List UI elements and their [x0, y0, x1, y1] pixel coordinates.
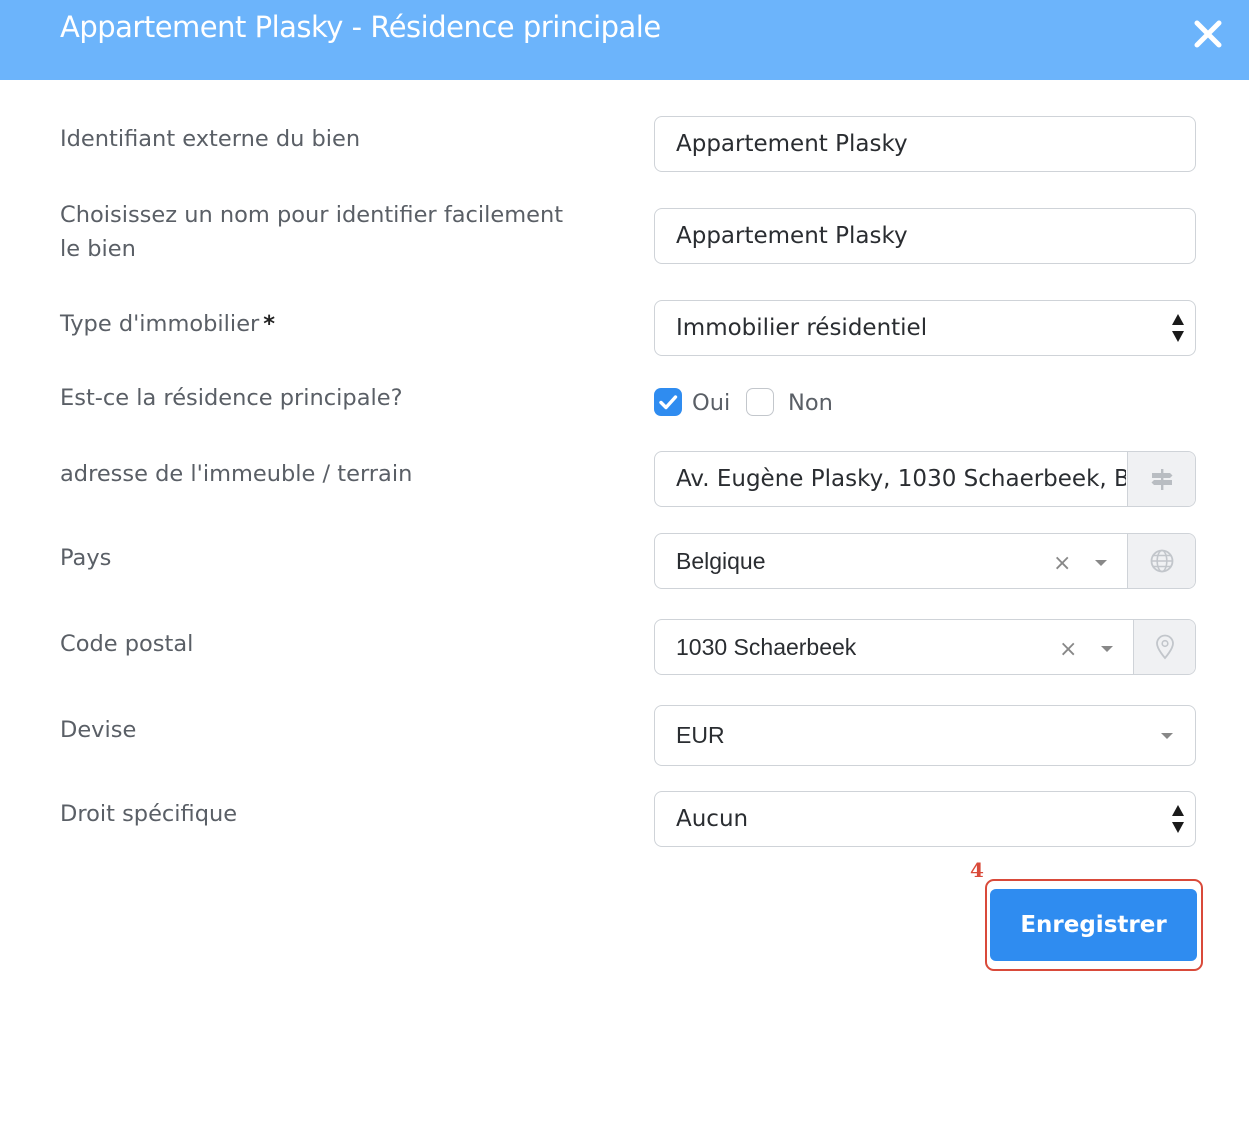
external-id-input[interactable]: Appartement Plasky — [654, 116, 1196, 172]
address-label: adresse de l'immeuble / terrain — [60, 461, 413, 487]
address-input[interactable]: Av. Eugène Plasky, 1030 Schaerbeek, B — [654, 451, 1196, 507]
main-residence-label: Est-ce la résidence principale? — [60, 385, 403, 411]
property-type-value: Immobilier résidentiel — [676, 315, 928, 341]
chevron-down-icon[interactable] — [1161, 733, 1173, 739]
checkmark-icon — [659, 395, 678, 410]
postal-code-label: Code postal — [60, 631, 194, 657]
select-arrows-icon — [1172, 805, 1184, 833]
address-addon[interactable] — [1127, 452, 1195, 506]
specific-right-value: Aucun — [676, 806, 749, 832]
property-name-value: Appartement Plasky — [676, 223, 908, 249]
close-icon — [1194, 20, 1222, 48]
close-button[interactable] — [1186, 12, 1230, 56]
country-clear-button[interactable]: × — [1053, 553, 1071, 575]
property-type-label: Type d'immobilier * — [60, 307, 600, 341]
dialog-header: Appartement Plasky - Résidence principal… — [0, 0, 1249, 80]
signpost-icon — [1151, 469, 1172, 490]
specific-right-select[interactable]: Aucun — [654, 791, 1196, 847]
chevron-down-icon[interactable] — [1095, 560, 1107, 566]
country-addon[interactable] — [1127, 534, 1195, 588]
postal-code-clear-button[interactable]: × — [1059, 639, 1077, 661]
postal-code-addon[interactable] — [1133, 620, 1195, 674]
select-arrows-icon — [1172, 314, 1184, 342]
postal-code-select[interactable]: 1030 Schaerbeek × — [654, 619, 1196, 675]
map-pin-icon — [1155, 634, 1174, 660]
property-type-select[interactable]: Immobilier résidentiel — [654, 300, 1196, 356]
non-label[interactable]: Non — [788, 386, 833, 420]
dialog-title: Appartement Plasky - Résidence principal… — [60, 10, 661, 44]
oui-checkbox[interactable] — [654, 388, 682, 416]
external-id-value: Appartement Plasky — [676, 131, 908, 157]
globe-icon — [1150, 549, 1173, 573]
chevron-down-icon[interactable] — [1101, 646, 1113, 652]
required-marker: * — [263, 311, 276, 337]
oui-label[interactable]: Oui — [692, 386, 730, 420]
specific-right-label: Droit spécifique — [60, 801, 238, 827]
property-name-label: Choisissez un nom pour identifier facile… — [60, 202, 564, 262]
step-number-annotation: 4 — [970, 858, 984, 882]
currency-label: Devise — [60, 717, 137, 743]
country-select[interactable]: Belgique × — [654, 533, 1196, 589]
country-label: Pays — [60, 545, 112, 571]
currency-value: EUR — [676, 722, 725, 748]
non-checkbox[interactable] — [746, 388, 774, 416]
external-id-label: Identifiant externe du bien — [60, 126, 361, 152]
postal-code-value: 1030 Schaerbeek — [676, 634, 857, 660]
property-name-input[interactable]: Appartement Plasky — [654, 208, 1196, 264]
address-value: Av. Eugène Plasky, 1030 Schaerbeek, B — [676, 466, 1126, 492]
currency-select[interactable]: EUR — [654, 705, 1196, 766]
save-button[interactable]: Enregistrer — [990, 889, 1197, 961]
country-value: Belgique — [676, 548, 766, 574]
property-type-label-text: Type d'immobilier — [60, 311, 260, 337]
